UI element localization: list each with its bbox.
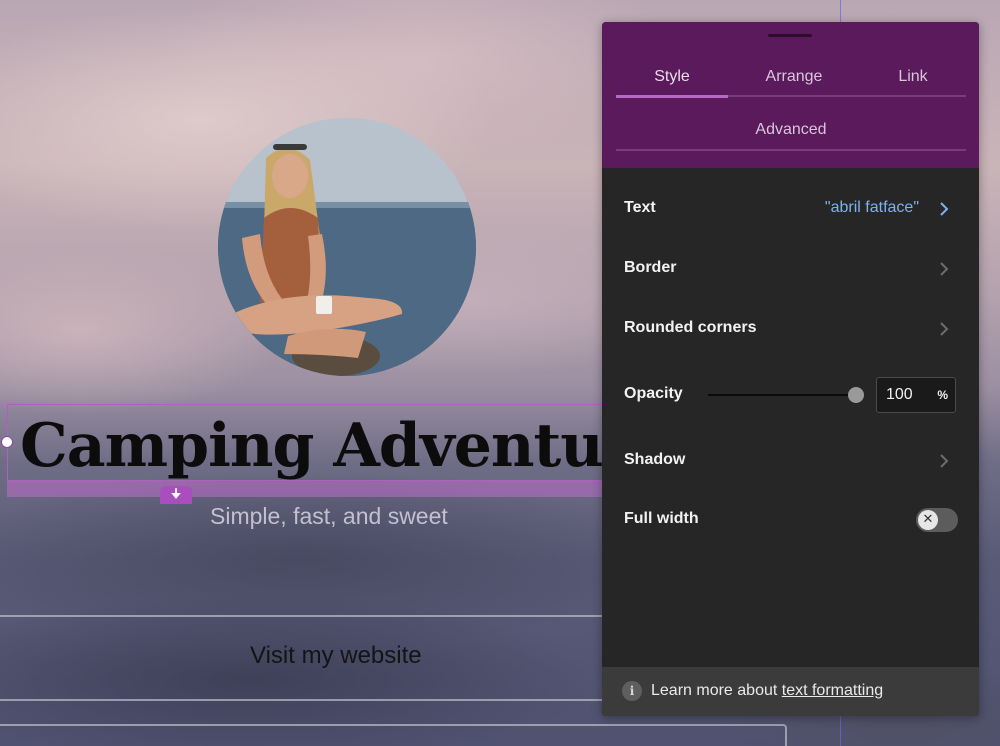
opacity-input[interactable]: 100 %	[876, 377, 956, 413]
row-text[interactable]: Text "abril fatface"	[602, 184, 979, 234]
text-formatting-link[interactable]: text formatting	[782, 682, 883, 699]
tab-divider-2	[616, 149, 966, 151]
row-rounded-label: Rounded corners	[624, 319, 757, 336]
next-block[interactable]	[0, 724, 787, 746]
footer-prefix: Learn more about	[651, 682, 782, 699]
row-border[interactable]: Border	[602, 244, 979, 294]
selection-strip	[7, 481, 607, 497]
tab-arrange[interactable]: Arrange	[728, 68, 860, 86]
chevron-right-icon	[940, 262, 949, 276]
chevron-right-icon	[940, 322, 949, 336]
row-opacity-label: Opacity	[624, 385, 683, 402]
font-value: "abril fatface"	[824, 199, 919, 216]
opacity-slider-track[interactable]	[708, 394, 856, 396]
arrow-down-icon[interactable]: 🠋	[160, 486, 192, 504]
row-border-label: Border	[624, 259, 677, 276]
tab-advanced[interactable]: Advanced	[616, 121, 966, 139]
page-title[interactable]: Camping Adventur	[20, 411, 626, 480]
info-icon: i	[622, 681, 642, 701]
opacity-unit: %	[937, 388, 948, 402]
active-tab-indicator	[616, 95, 728, 98]
chevron-right-icon	[940, 454, 949, 468]
row-rounded-corners[interactable]: Rounded corners	[602, 304, 979, 354]
link-button-label[interactable]: Visit my website	[250, 642, 422, 670]
tab-link[interactable]: Link	[860, 68, 966, 86]
row-shadow[interactable]: Shadow	[602, 436, 979, 486]
avatar[interactable]	[218, 118, 476, 376]
subtitle-text[interactable]: Simple, fast, and sweet	[210, 503, 448, 530]
resize-handle[interactable]	[1, 436, 13, 448]
style-panel: Style Arrange Link Advanced Text "abril …	[602, 22, 979, 716]
opacity-value: 100	[886, 386, 913, 403]
avatar-photo	[218, 118, 476, 376]
panel-header: Style Arrange Link Advanced	[602, 22, 979, 168]
full-width-toggle[interactable]: ✕	[916, 508, 958, 532]
row-shadow-label: Shadow	[624, 451, 686, 468]
opacity-slider-thumb[interactable]	[848, 387, 864, 403]
panel-footer: i Learn more about text formatting	[602, 667, 979, 716]
tab-style[interactable]: Style	[616, 68, 728, 86]
footer-help-text: Learn more about text formatting	[651, 682, 883, 700]
drag-handle[interactable]	[768, 34, 812, 37]
row-text-label: Text	[624, 199, 656, 216]
row-full-width-label: Full width	[624, 510, 699, 527]
chevron-right-icon	[940, 202, 949, 216]
title-text-block[interactable]: Camping Adventur	[7, 404, 627, 481]
close-icon: ✕	[918, 510, 938, 530]
